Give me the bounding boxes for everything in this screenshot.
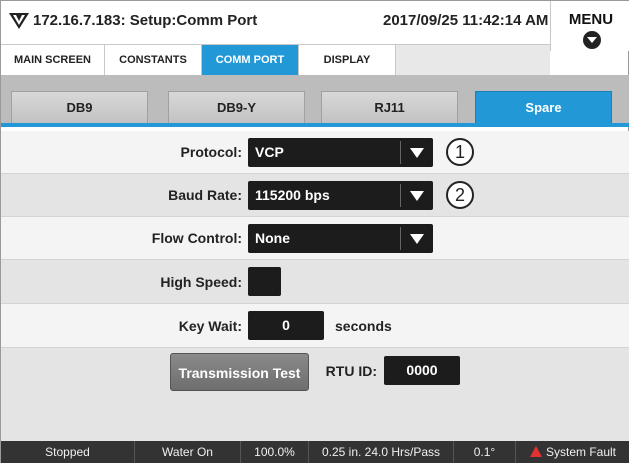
high-speed-label: High Speed: (160, 274, 242, 290)
flow-control-row: Flow Control: None (1, 217, 629, 260)
tab-main-screen[interactable]: MAIN SCREEN (1, 45, 105, 75)
baud-rate-value: 115200 bps (255, 187, 330, 203)
tab-comm-port[interactable]: COMM PORT (202, 45, 299, 75)
warning-icon (529, 446, 542, 457)
baud-rate-row: Baud Rate: 115200 bps 2 (1, 174, 629, 217)
callout-1: 1 (446, 138, 474, 166)
percent-timer: 100.0% (241, 441, 309, 463)
flow-control-value: None (255, 230, 290, 246)
flow-control-dropdown[interactable]: None (248, 224, 433, 253)
tab-rj11[interactable]: RJ11 (321, 91, 458, 123)
baud-rate-label: Baud Rate: (168, 187, 242, 203)
protocol-label: Protocol: (180, 144, 242, 160)
depth-rate: 0.25 in. 24.0 Hrs/Pass (309, 441, 454, 463)
key-wait-input[interactable]: 0 (248, 311, 324, 340)
baud-rate-dropdown[interactable]: 115200 bps (248, 181, 433, 210)
system-fault-indicator[interactable]: System Fault (516, 441, 629, 463)
port-tab-bar: DB9 DB9-Y RJ11 Spare (1, 75, 629, 127)
high-speed-row: High Speed: (1, 260, 629, 304)
dropdown-arrow-icon (410, 234, 424, 244)
callout-2: 2 (446, 181, 474, 209)
menu-label: MENU (568, 11, 614, 28)
tab-spare[interactable]: Spare (475, 91, 612, 123)
tab-bar-filler (396, 45, 550, 75)
fault-text: System Fault (545, 445, 617, 459)
rtu-id-input[interactable]: 0000 (384, 356, 460, 385)
datetime: 2017/09/25 11:42:14 AM (383, 12, 549, 29)
protocol-row: Protocol: VCP 1 (1, 131, 629, 174)
water-state: Water On (135, 441, 241, 463)
app-window: 172.16.7.183: Setup:Comm Port 2017/09/25… (0, 0, 629, 463)
flow-control-label: Flow Control: (151, 230, 242, 246)
protocol-dropdown[interactable]: VCP (248, 138, 433, 167)
high-speed-checkbox[interactable] (248, 267, 281, 296)
dropdown-arrow-icon (410, 148, 424, 158)
run-state: Stopped (1, 441, 135, 463)
angle: 0.1° (454, 441, 516, 463)
tab-db9[interactable]: DB9 (11, 91, 148, 123)
dropdown-divider (400, 184, 401, 207)
status-bar: Stopped Water On 100.0% 0.25 in. 24.0 Hr… (1, 441, 629, 463)
title-bar: 172.16.7.183: Setup:Comm Port 2017/09/25… (1, 1, 629, 45)
transmission-test-button[interactable]: Transmission Test (170, 353, 309, 391)
tab-db9-y[interactable]: DB9-Y (168, 91, 305, 123)
transmission-row: Transmission Test RTU ID: 0000 (1, 348, 629, 394)
page-title: 172.16.7.183: Setup:Comm Port (33, 12, 258, 29)
dropdown-divider (400, 227, 401, 250)
menu-button[interactable]: MENU (550, 1, 629, 51)
key-wait-row: Key Wait: 0 seconds (1, 304, 629, 348)
key-wait-label: Key Wait: (178, 318, 242, 334)
form-filler (1, 394, 629, 441)
dropdown-divider (400, 141, 401, 164)
key-wait-unit: seconds (335, 318, 392, 334)
rtu-id-label: RTU ID: (325, 363, 377, 379)
chevron-down-icon (583, 31, 601, 49)
dropdown-arrow-icon (410, 191, 424, 201)
tab-display[interactable]: DISPLAY (299, 45, 396, 75)
tab-constants[interactable]: CONSTANTS (105, 45, 202, 75)
logo-icon (9, 13, 29, 29)
protocol-value: VCP (255, 144, 284, 160)
